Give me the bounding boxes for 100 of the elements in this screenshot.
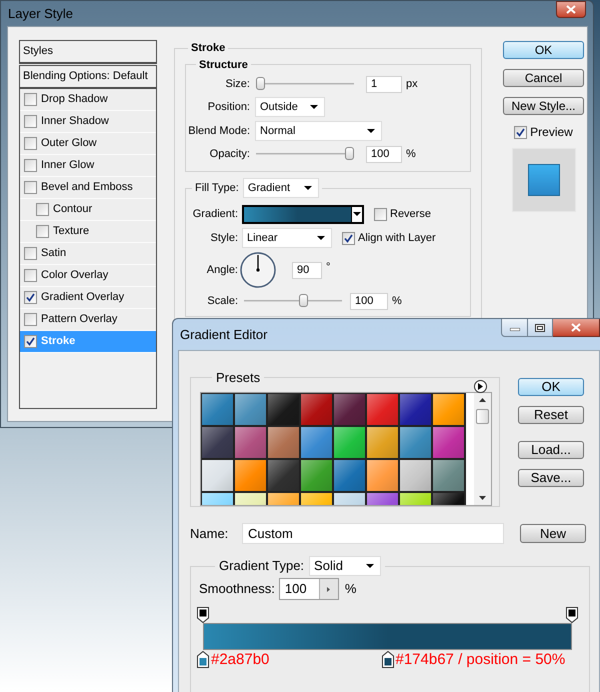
stepper-button[interactable]: [318, 579, 338, 599]
window-title: Layer Style: [8, 4, 74, 23]
gradient-swatch[interactable]: [433, 460, 464, 490]
checkbox[interactable]: [342, 232, 355, 244]
dialog-button[interactable]: Load...: [518, 441, 584, 459]
checkbox[interactable]: [24, 159, 37, 172]
group-title: Structure: [198, 58, 249, 72]
dialog-button[interactable]: Save...: [518, 469, 584, 487]
gradient-picker[interactable]: [242, 204, 364, 224]
checkbox[interactable]: [514, 126, 528, 138]
scale-field[interactable]: 100: [350, 292, 388, 310]
field-label: Style:: [209, 230, 238, 246]
color-stop[interactable]: [197, 651, 209, 668]
blend-mode-dropdown[interactable]: Normal: [255, 121, 382, 141]
checkbox[interactable]: [24, 269, 37, 282]
gradient-swatch[interactable]: [235, 460, 266, 490]
caret-icon: [366, 564, 374, 568]
opacity-slider[interactable]: [256, 147, 354, 161]
gradient-swatch[interactable]: [301, 394, 332, 424]
scroll-thumb[interactable]: [476, 408, 489, 424]
scale-slider[interactable]: [244, 294, 342, 308]
gradient-swatch[interactable]: [433, 426, 464, 458]
slider-thumb[interactable]: [256, 77, 265, 90]
dialog-button[interactable]: Reset: [518, 406, 584, 424]
dialog-button[interactable]: Cancel: [503, 69, 584, 87]
gradient-swatch[interactable]: [202, 460, 233, 490]
gradient-swatch[interactable]: [268, 394, 299, 424]
gradient-swatch[interactable]: [334, 460, 365, 490]
right-arrow-icon: [327, 586, 330, 592]
field-label: %: [406, 146, 416, 162]
field-label: Opacity:: [208, 146, 250, 162]
gradient-type-dropdown[interactable]: Solid: [309, 556, 382, 576]
opacity-stop[interactable]: [197, 607, 209, 623]
gradient-swatch[interactable]: [235, 394, 266, 424]
opacity-field[interactable]: 100: [366, 146, 402, 162]
checkbox[interactable]: [374, 208, 387, 220]
dialog-button[interactable]: OK: [503, 41, 584, 59]
gradient-swatch[interactable]: [367, 426, 398, 458]
checkbox[interactable]: [24, 115, 37, 128]
gradient-swatch[interactable]: [400, 426, 431, 458]
gradient-swatch[interactable]: [235, 426, 266, 458]
gradient-swatch[interactable]: [433, 394, 464, 424]
maximize-icon: [535, 324, 545, 332]
checkbox[interactable]: [24, 181, 37, 194]
gradient-swatch[interactable]: [268, 460, 299, 490]
checkbox[interactable]: [24, 247, 37, 260]
opacity-stop[interactable]: [566, 607, 578, 623]
field-label: Scale:: [206, 294, 238, 309]
gradient-swatch[interactable]: [268, 426, 299, 458]
field-label: Gradient:: [192, 206, 238, 222]
angle-dial[interactable]: [240, 252, 276, 288]
checkbox[interactable]: [24, 291, 37, 304]
smoothness-field[interactable]: 100: [278, 578, 339, 600]
name-field[interactable]: Custom: [242, 523, 504, 544]
slider-thumb[interactable]: [299, 294, 308, 307]
new-button[interactable]: New: [520, 524, 586, 543]
dialog-button[interactable]: OK: [518, 378, 584, 396]
gradient-swatch[interactable]: [367, 394, 398, 424]
gradient-swatch[interactable]: [334, 426, 365, 458]
gradient-swatch[interactable]: [400, 394, 431, 424]
gradient-swatch[interactable]: [334, 394, 365, 424]
gradient-swatch[interactable]: [202, 394, 233, 424]
annotation-label: #174b67 / position = 50%: [396, 651, 566, 668]
checkbox[interactable]: [36, 203, 49, 216]
checkbox[interactable]: [24, 93, 37, 106]
minimize-button[interactable]: [501, 319, 528, 337]
close-button[interactable]: [556, 1, 586, 18]
group-title: Stroke: [190, 41, 226, 56]
size-field[interactable]: 1: [366, 76, 402, 92]
size-slider[interactable]: [256, 77, 354, 91]
field-label: Smoothness:: [199, 580, 275, 598]
checkbox[interactable]: [24, 335, 37, 348]
window-title: Gradient Editor: [180, 326, 268, 344]
gradient-swatch[interactable]: [301, 426, 332, 458]
maximize-button[interactable]: [528, 319, 553, 337]
close-icon: [571, 323, 581, 332]
up-arrow-icon: [479, 398, 486, 402]
gradient-swatch[interactable]: [202, 426, 233, 458]
fill-type-dropdown[interactable]: Gradient: [242, 178, 319, 198]
field-label: Angle:: [206, 262, 238, 278]
field-label: Preview: [530, 124, 573, 141]
checkbox[interactable]: [24, 137, 37, 150]
checkbox[interactable]: [24, 313, 37, 326]
dialog-button[interactable]: New Style...: [503, 97, 584, 115]
checkbox[interactable]: [36, 225, 49, 238]
gradient-swatch[interactable]: [301, 460, 332, 490]
slider-thumb[interactable]: [345, 147, 354, 160]
color-stop[interactable]: [382, 651, 394, 668]
gradient-swatch[interactable]: [400, 460, 431, 490]
caret-icon: [304, 186, 312, 190]
scrollbar[interactable]: [474, 392, 491, 504]
field-label: %: [392, 294, 402, 309]
minimize-icon: [510, 328, 520, 331]
style-dropdown[interactable]: Linear: [242, 228, 332, 248]
field-label: Size:: [224, 76, 250, 92]
position-dropdown[interactable]: Outside: [255, 97, 325, 117]
gradient-swatch[interactable]: [367, 460, 398, 490]
close-button[interactable]: [553, 319, 600, 337]
angle-field[interactable]: 90: [292, 262, 322, 278]
list-header[interactable]: Styles: [19, 40, 157, 64]
